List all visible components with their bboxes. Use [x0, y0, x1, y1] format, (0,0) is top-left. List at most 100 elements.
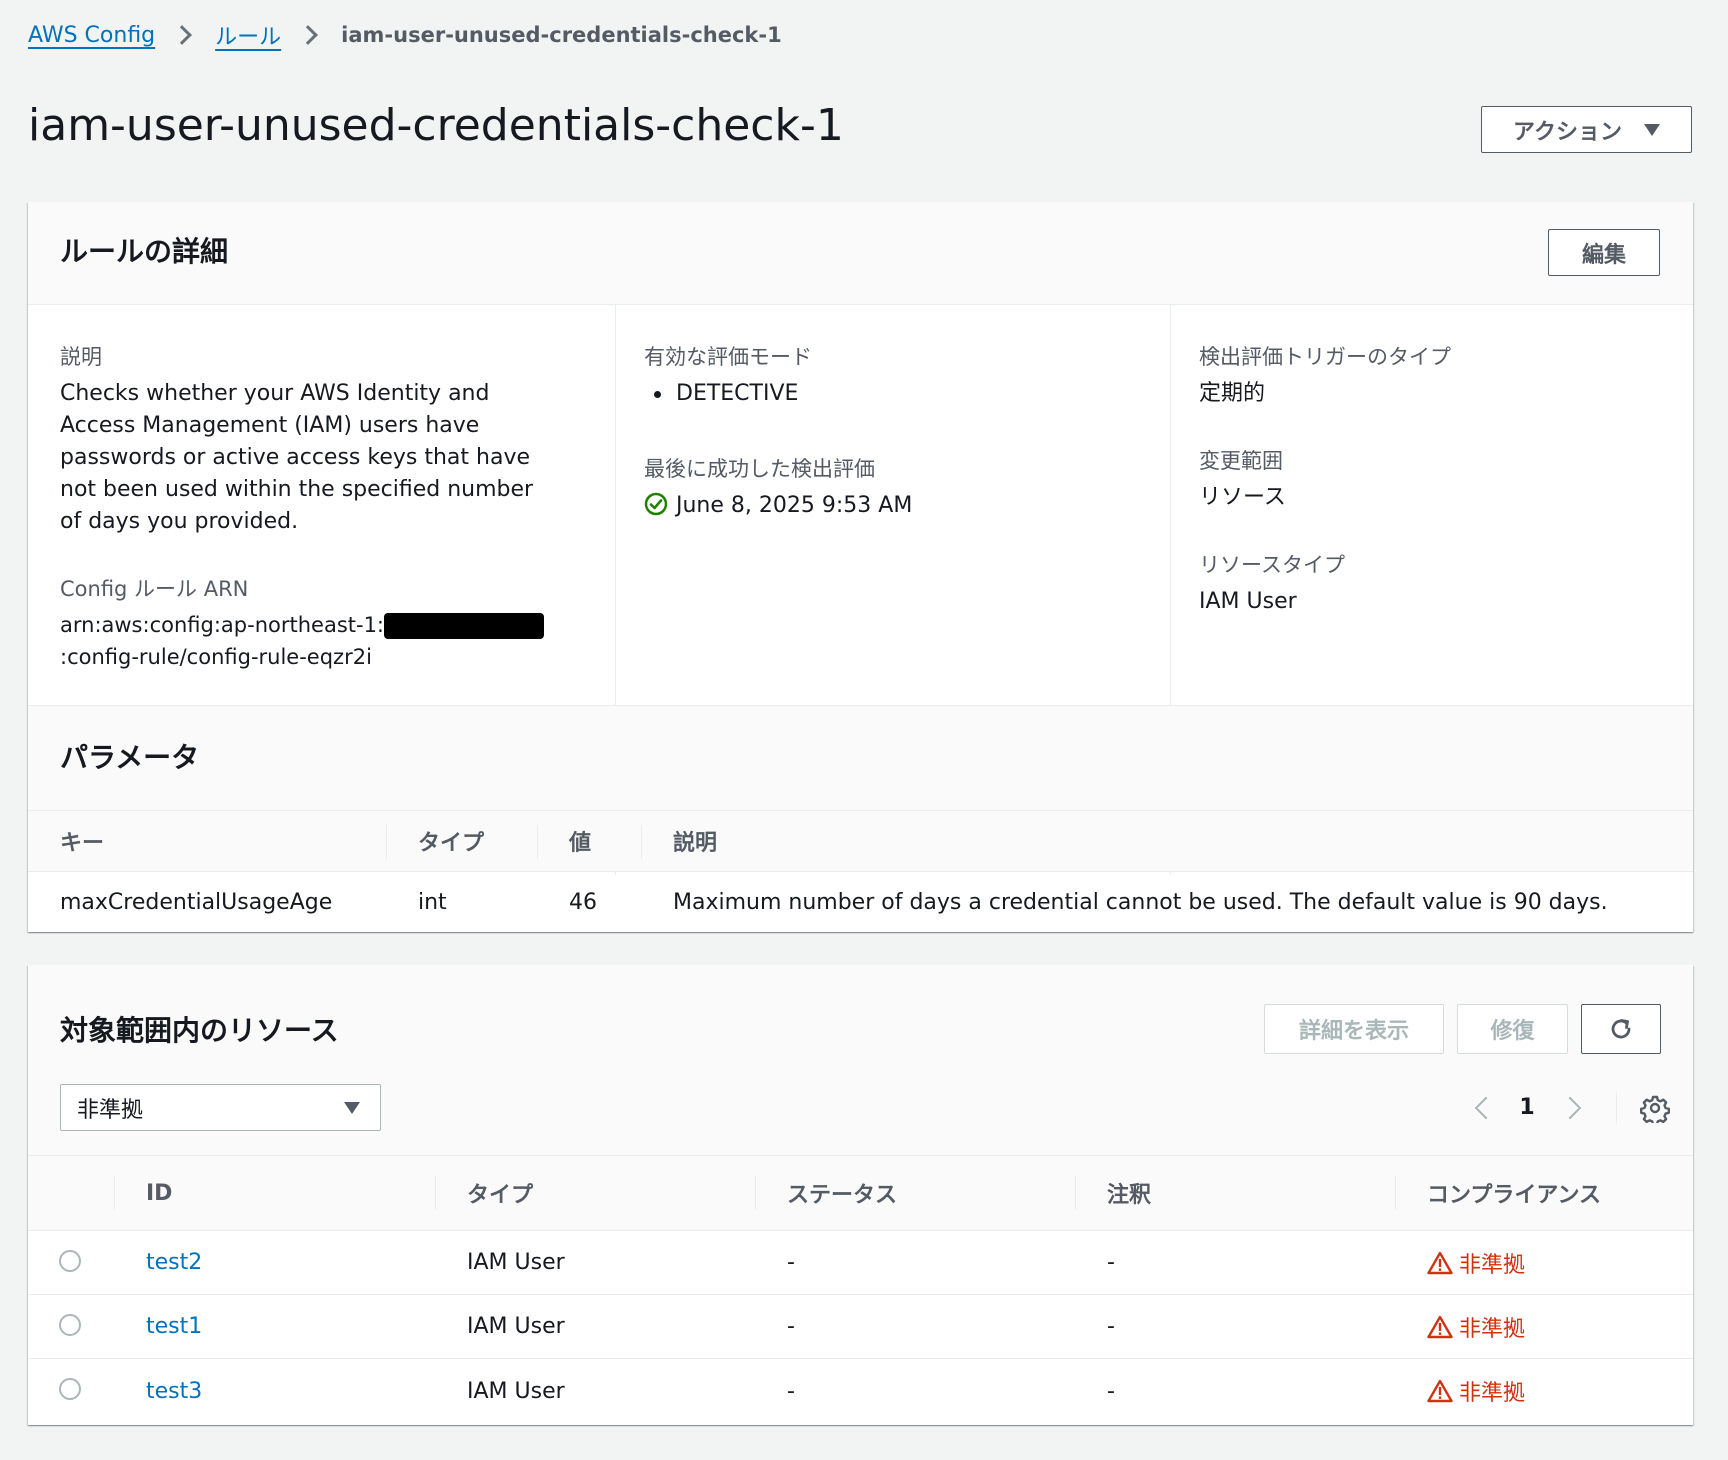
view-details-button[interactable]: 詳細を表示	[1264, 1004, 1444, 1054]
refresh-button[interactable]	[1581, 1004, 1661, 1054]
next-page-button[interactable]	[1558, 1084, 1588, 1131]
res-col-type[interactable]: タイプ	[467, 1156, 533, 1230]
table-row: maxCredentialUsageAge int 46 Maximum num…	[28, 872, 1693, 932]
resources-toolbar: 対象範囲内のリソース 詳細を表示 修復 非準拠 1	[28, 965, 1693, 1155]
resource-id-link[interactable]: test2	[146, 1231, 202, 1294]
eval-mode-list: DETECTIVE	[644, 378, 798, 410]
page-title: iam-user-unused-credentials-check-1	[28, 100, 844, 151]
last-success-text: June 8, 2025 9:53 AM	[676, 493, 913, 518]
trigger-type-value: 定期的	[1199, 381, 1266, 406]
scope-value: リソース	[1199, 485, 1286, 510]
compliance-text: 非準拠	[1459, 1316, 1526, 1342]
resource-type-value: IAM User	[1199, 589, 1297, 614]
resources-panel: 対象範囲内のリソース 詳細を表示 修復 非準拠 1 ID タイプ ステータス 注…	[28, 965, 1693, 1425]
res-col-compliance[interactable]: コンプライアンス	[1427, 1156, 1601, 1230]
check-circle-icon	[644, 492, 668, 516]
resource-status: -	[787, 1314, 795, 1339]
warning-icon	[1427, 1315, 1453, 1338]
rule-details-title: ルールの詳細	[60, 235, 229, 268]
arn-prefix: arn:aws:config:ap-northeast-1:	[60, 613, 385, 637]
res-col-status[interactable]: ステータス	[787, 1156, 897, 1230]
resource-annotation: -	[1107, 1378, 1115, 1404]
resources-title: 対象範囲内のリソース	[60, 1014, 339, 1047]
param-key: maxCredentialUsageAge	[60, 889, 333, 915]
arn-label: Config ルール ARN	[60, 577, 249, 601]
res-col-id[interactable]: ID	[146, 1156, 172, 1230]
compliance-filter-select[interactable]: 非準拠	[60, 1084, 381, 1131]
res-col-annotation[interactable]: 注釈	[1107, 1156, 1151, 1230]
rule-details-panel: ルールの詳細 編集 説明 Checks whether your AWS Ide…	[28, 202, 1693, 932]
compliance-filter-value: 非準拠	[77, 1097, 144, 1123]
param-col-key: キー	[60, 831, 105, 856]
rule-details-header: ルールの詳細 編集	[28, 202, 1693, 305]
chevron-right-icon	[172, 25, 193, 45]
caret-down-icon	[344, 1102, 360, 1114]
eval-mode-item: DETECTIVE	[644, 378, 798, 410]
arn-value: arn:aws:config:ap-northeast-1::config-ru…	[60, 609, 550, 673]
row-radio[interactable]	[59, 1314, 81, 1336]
param-col-description: 説明	[673, 831, 718, 856]
param-col-type: タイプ	[418, 831, 485, 856]
resource-annotation: -	[1107, 1250, 1115, 1275]
breadcrumb-aws-config[interactable]: AWS Config	[28, 23, 155, 48]
compliance-text: 非準拠	[1459, 1381, 1526, 1406]
remediate-button[interactable]: 修復	[1457, 1004, 1568, 1054]
column-divider	[755, 1176, 756, 1210]
column-divider	[1075, 1176, 1076, 1210]
edit-button[interactable]: 編集	[1548, 229, 1660, 276]
chevron-left-icon	[1474, 1096, 1498, 1119]
previous-page-button[interactable]	[1468, 1084, 1498, 1131]
row-radio[interactable]	[59, 1250, 81, 1272]
resource-annotation: -	[1107, 1314, 1115, 1339]
resource-type: IAM User	[467, 1314, 565, 1339]
compliance-status: 非準拠	[1427, 1231, 1525, 1294]
chevron-right-icon	[1558, 1096, 1582, 1119]
eval-mode-label: 有効な評価モード	[644, 345, 812, 369]
param-col-value: 値	[569, 831, 592, 856]
actions-button-label: アクション	[1513, 119, 1622, 145]
param-value: 46	[569, 889, 597, 915]
scope-label: 変更範囲	[1199, 449, 1283, 473]
table-row[interactable]: test2 IAM User - - 非準拠	[28, 1231, 1693, 1295]
arn-suffix: :config-rule/config-rule-eqzr2i	[60, 645, 372, 669]
resources-table-header: ID タイプ ステータス 注釈 コンプライアンス	[28, 1155, 1693, 1231]
warning-icon	[1427, 1379, 1453, 1403]
column-divider	[114, 1176, 115, 1210]
resource-id-link[interactable]: test3	[146, 1359, 202, 1423]
caret-down-icon	[1643, 123, 1660, 136]
column-divider	[1395, 1176, 1396, 1210]
warning-icon	[1427, 1251, 1453, 1274]
resource-status: -	[787, 1250, 795, 1275]
page-number-1[interactable]: 1	[1512, 1084, 1542, 1131]
breadcrumb-current: iam-user-unused-credentials-check-1	[341, 23, 782, 47]
resource-type: IAM User	[467, 1378, 565, 1404]
table-row[interactable]: test3 IAM User - - 非準拠	[28, 1359, 1693, 1423]
table-row[interactable]: test1 IAM User - - 非準拠	[28, 1295, 1693, 1359]
param-type: int	[418, 889, 447, 915]
redacted-account-id	[384, 613, 545, 639]
row-radio[interactable]	[59, 1378, 81, 1400]
breadcrumb-rules[interactable]: ルール	[215, 19, 281, 51]
resource-type-label: リソースタイプ	[1199, 553, 1345, 577]
last-success-label: 最後に成功した検出評価	[644, 457, 875, 481]
chevron-right-icon	[298, 25, 319, 45]
resource-id-link[interactable]: test1	[146, 1295, 202, 1358]
resource-status: -	[787, 1378, 795, 1404]
column-divider	[641, 825, 642, 859]
table-settings-button[interactable]	[1640, 1084, 1674, 1131]
param-description: Maximum number of days a credential cann…	[673, 889, 1608, 915]
parameters-header: パラメータ	[28, 705, 1693, 810]
column-divider	[386, 825, 387, 859]
parameters-table-header: キー タイプ 値 説明	[28, 810, 1693, 872]
pager-divider	[1616, 1092, 1617, 1124]
compliance-status: 非準拠	[1427, 1359, 1525, 1423]
resource-type: IAM User	[467, 1250, 565, 1275]
parameters-title: パラメータ	[60, 741, 200, 774]
description-label: 説明	[60, 345, 102, 369]
refresh-icon	[1611, 1019, 1631, 1039]
last-success-value: June 8, 2025 9:53 AM	[644, 490, 912, 522]
actions-button[interactable]: アクション	[1481, 106, 1692, 153]
compliance-status: 非準拠	[1427, 1295, 1525, 1358]
description-value: Checks whether your AWS Identity and Acc…	[60, 381, 534, 534]
breadcrumb: AWS Config ルール iam-user-unused-credentia…	[28, 18, 782, 52]
